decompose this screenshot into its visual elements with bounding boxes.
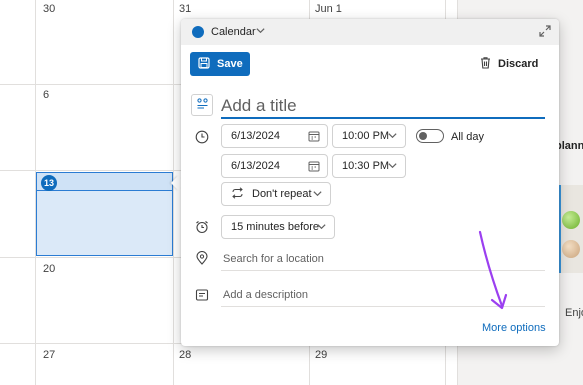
- save-icon: [198, 56, 210, 72]
- repeat-dropdown[interactable]: Don't repeat: [221, 182, 331, 206]
- day-number[interactable]: 29: [315, 349, 327, 361]
- more-options-link[interactable]: More options: [482, 322, 546, 334]
- calendar-icon[interactable]: [308, 130, 320, 145]
- chevron-down-icon[interactable]: [387, 130, 398, 144]
- day-number[interactable]: 30: [43, 3, 55, 15]
- event-title-input[interactable]: [221, 94, 545, 119]
- dialog-header: Calendar: [181, 19, 559, 45]
- day-number[interactable]: 28: [179, 349, 191, 361]
- calendar-color-dot-icon: [192, 26, 204, 38]
- start-time-field[interactable]: 10:00 PM: [332, 124, 406, 148]
- side-panel-text: Enjo: [565, 307, 583, 319]
- calendar-icon[interactable]: [308, 160, 320, 175]
- chevron-down-icon[interactable]: [255, 25, 266, 39]
- calendar-picker-label[interactable]: Calendar: [211, 26, 256, 38]
- decorative-ball-image: [562, 240, 580, 258]
- description-input[interactable]: Add a description: [221, 283, 545, 307]
- selected-day-header: [37, 173, 172, 191]
- discard-label: Discard: [498, 58, 539, 70]
- end-time-value: 10:30 PM: [342, 160, 390, 172]
- all-day-toggle[interactable]: [416, 129, 444, 143]
- reminder-dropdown[interactable]: 15 minutes before: [221, 215, 335, 239]
- toggle-knob: [419, 132, 427, 140]
- chevron-down-icon[interactable]: [387, 160, 398, 174]
- selected-day-cell[interactable]: 13: [36, 172, 173, 256]
- location-pin-icon: [195, 251, 209, 265]
- end-date-value: 6/13/2024: [231, 160, 280, 172]
- reminder-value: 15 minutes before: [231, 221, 320, 233]
- start-date-value: 6/13/2024: [231, 130, 280, 142]
- repeat-icon: [231, 186, 244, 202]
- trash-icon: [479, 56, 492, 72]
- day-number[interactable]: Jun 1: [315, 3, 342, 15]
- today-badge: 13: [41, 175, 57, 191]
- day-number[interactable]: 31: [179, 3, 191, 15]
- end-time-field[interactable]: 10:30 PM: [332, 154, 406, 178]
- event-type-icon: [196, 97, 209, 113]
- alarm-icon: [195, 220, 209, 234]
- event-type-button[interactable]: [191, 94, 213, 116]
- day-number[interactable]: 20: [43, 263, 55, 275]
- all-day-label: All day: [451, 131, 485, 143]
- save-button[interactable]: Save: [190, 52, 250, 76]
- expand-icon[interactable]: [538, 24, 552, 38]
- clock-icon: [195, 130, 209, 144]
- chevron-down-icon[interactable]: [312, 188, 323, 202]
- side-panel-heading: planne: [555, 140, 583, 152]
- day-number[interactable]: 27: [43, 349, 55, 361]
- repeat-value: Don't repeat: [252, 188, 312, 200]
- side-panel-card[interactable]: [558, 185, 583, 273]
- discard-button[interactable]: Discard: [479, 56, 538, 72]
- chevron-down-icon[interactable]: [316, 221, 327, 235]
- day-number[interactable]: 6: [43, 89, 49, 101]
- start-time-value: 10:00 PM: [342, 130, 390, 142]
- new-event-dialog: Calendar Save Discard 6/13/2024: [181, 19, 559, 346]
- location-input[interactable]: Search for a location: [221, 247, 545, 271]
- description-icon: [195, 288, 209, 302]
- save-label: Save: [217, 58, 243, 70]
- decorative-ball-image: [562, 211, 580, 229]
- start-date-field[interactable]: 6/13/2024: [221, 124, 328, 148]
- grid-line: [173, 0, 174, 385]
- end-date-field[interactable]: 6/13/2024: [221, 154, 328, 178]
